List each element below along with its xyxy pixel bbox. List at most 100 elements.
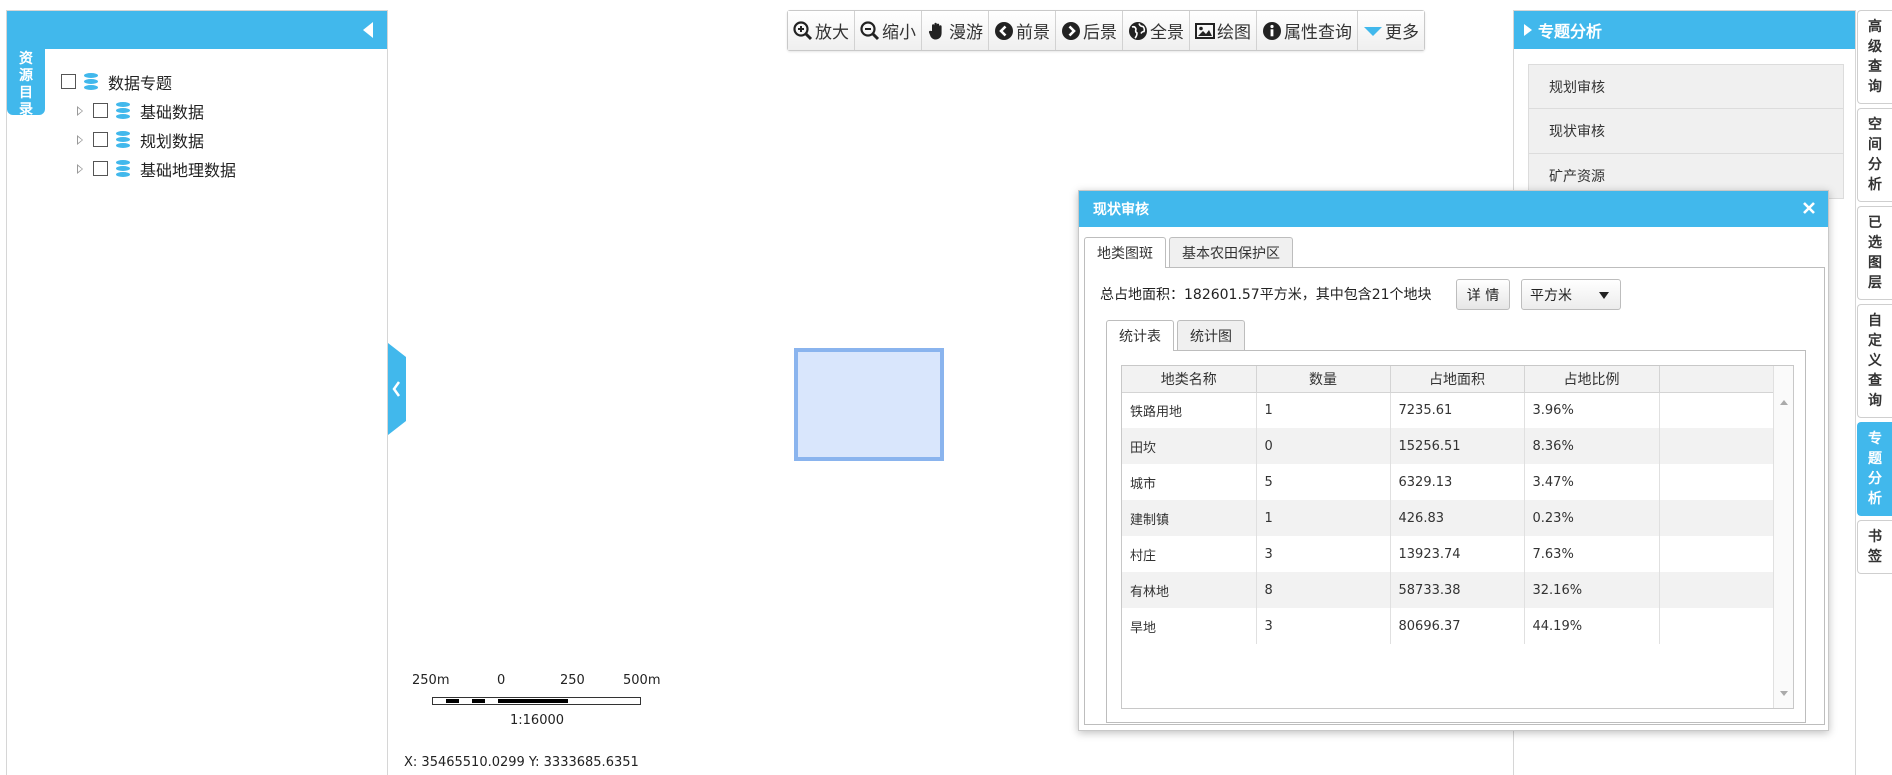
attribute-query-label: 属性查询 bbox=[1284, 23, 1352, 43]
expand-triangle-icon[interactable] bbox=[77, 163, 83, 174]
map-collapse-handle[interactable] bbox=[388, 343, 406, 435]
full-extent-label: 全景 bbox=[1150, 23, 1184, 43]
scale-label: 500m bbox=[623, 673, 661, 688]
pan-label: 漫游 bbox=[949, 23, 983, 43]
database-icon bbox=[116, 160, 130, 177]
table-row[interactable]: 有林地 8 58733.38 32.16% bbox=[1122, 572, 1774, 608]
info-icon bbox=[1262, 21, 1282, 41]
table-row[interactable]: 建制镇 1 426.83 0.23% bbox=[1122, 500, 1774, 536]
zoom-out-label: 缩小 bbox=[882, 23, 916, 43]
side-tab-advanced-query[interactable]: 高级查询 bbox=[1857, 10, 1892, 104]
table-cell: 6329.13 bbox=[1390, 464, 1525, 500]
status-review-dialog: 现状审核 地类图斑 基本农田保护区 总占地面积：182601.57平方米，其中包… bbox=[1078, 190, 1829, 731]
tree-checkbox[interactable] bbox=[93, 103, 108, 118]
side-tab-spatial-analysis[interactable]: 空间分析 bbox=[1857, 108, 1892, 202]
tree-node-label: 基础地理数据 bbox=[140, 160, 237, 180]
tab-farmland-protection[interactable]: 基本农田保护区 bbox=[1169, 237, 1293, 267]
zoom-out-icon bbox=[860, 20, 880, 41]
previous-extent-button[interactable]: 前景 bbox=[989, 11, 1056, 50]
full-extent-button[interactable]: 全景 bbox=[1123, 11, 1190, 50]
table-cell: 32.16% bbox=[1524, 572, 1660, 608]
scale-label: 250 bbox=[560, 673, 585, 688]
table-cell: 1 bbox=[1256, 500, 1391, 536]
collapse-left-icon[interactable] bbox=[363, 22, 373, 38]
table-row[interactable]: 村庄 3 13923.74 7.63% bbox=[1122, 536, 1774, 572]
map-polygon-feature[interactable] bbox=[794, 348, 944, 461]
table-cell: 3.47% bbox=[1524, 464, 1660, 500]
more-label: 更多 bbox=[1385, 23, 1419, 43]
column-header[interactable]: 数量 bbox=[1256, 366, 1391, 393]
column-header[interactable]: 占地面积 bbox=[1390, 366, 1525, 393]
next-extent-button[interactable]: 后景 bbox=[1056, 11, 1123, 50]
zoom-in-icon bbox=[793, 20, 813, 41]
tree-node-basic-data[interactable]: 基础数据 bbox=[77, 96, 236, 125]
database-icon bbox=[116, 102, 130, 119]
scale-label: 250m bbox=[412, 673, 450, 688]
table-scrollbar[interactable] bbox=[1773, 366, 1793, 708]
tree-node-geo-data[interactable]: 基础地理数据 bbox=[77, 154, 236, 183]
side-tab-custom-query[interactable]: 自定义查询 bbox=[1857, 304, 1892, 418]
layer-tree: 数据专题 基础数据 规划数据 基础地理数据 bbox=[61, 67, 236, 183]
column-header[interactable]: 地类名称 bbox=[1122, 366, 1257, 393]
table-row[interactable]: 城市 5 6329.13 3.47% bbox=[1122, 464, 1774, 500]
gis-app: 资源目录 数据专题 基础数据 规划数据 基础地理数据 放大 缩小 漫游 前景 后… bbox=[0, 0, 1892, 775]
expand-triangle-icon[interactable] bbox=[77, 134, 83, 145]
thematic-item-planning-review[interactable]: 规划审核 bbox=[1528, 64, 1844, 109]
tab-land-parcels[interactable]: 地类图斑 bbox=[1084, 237, 1166, 268]
caret-right-icon bbox=[1524, 24, 1532, 36]
arrow-left-circle-icon bbox=[994, 21, 1014, 41]
table-cell: 0 bbox=[1256, 428, 1391, 464]
scale-ratio: 1:16000 bbox=[510, 713, 565, 728]
scale-label: 0 bbox=[497, 673, 506, 688]
side-tab-label: 自定义查询 bbox=[1868, 313, 1882, 409]
close-icon[interactable] bbox=[1800, 199, 1818, 217]
thematic-panel-header[interactable]: 专题分析 bbox=[1514, 11, 1855, 49]
side-tab-bookmarks[interactable]: 书签 bbox=[1857, 520, 1892, 574]
table-cell: 7235.61 bbox=[1390, 392, 1525, 428]
table-cell: 5 bbox=[1256, 464, 1391, 500]
column-header[interactable]: 占地比例 bbox=[1524, 366, 1660, 393]
resource-catalog-tab[interactable]: 资源目录 bbox=[7, 49, 45, 118]
tree-node-label: 数据专题 bbox=[108, 73, 173, 93]
tree-checkbox[interactable] bbox=[61, 74, 76, 89]
unit-select[interactable]: 平方米 bbox=[1521, 279, 1621, 310]
caret-down-icon bbox=[1363, 21, 1383, 41]
table-cell: 8 bbox=[1256, 572, 1391, 608]
stats-table: 地类名称 数量 占地面积 占地比例 铁路用地 1 7235.61 3.96% 田… bbox=[1122, 366, 1774, 644]
dialog-tabs: 地类图斑 基本农田保护区 bbox=[1084, 237, 1825, 268]
table-cell: 15256.51 bbox=[1390, 428, 1525, 464]
details-button[interactable]: 详 情 bbox=[1456, 279, 1510, 310]
tree-node-planning-data[interactable]: 规划数据 bbox=[77, 125, 236, 154]
more-button[interactable]: 更多 bbox=[1358, 11, 1424, 50]
table-row[interactable]: 铁路用地 1 7235.61 3.96% bbox=[1122, 392, 1774, 428]
tree-node-label: 基础数据 bbox=[140, 102, 205, 122]
zoom-out-button[interactable]: 缩小 bbox=[855, 11, 922, 50]
table-row[interactable]: 田坎 0 15256.51 8.36% bbox=[1122, 428, 1774, 464]
side-tab-thematic-analysis[interactable]: 专题分析 bbox=[1857, 422, 1892, 516]
thematic-item-status-review[interactable]: 现状审核 bbox=[1528, 109, 1844, 154]
table-cell: 80696.37 bbox=[1390, 608, 1525, 644]
pan-button[interactable]: 漫游 bbox=[922, 11, 989, 50]
tab-stats-table[interactable]: 统计表 bbox=[1106, 320, 1174, 351]
scroll-down-icon[interactable] bbox=[1780, 691, 1788, 696]
tree-node-root[interactable]: 数据专题 bbox=[61, 67, 236, 96]
scroll-up-icon[interactable] bbox=[1780, 400, 1788, 405]
expand-triangle-icon[interactable] bbox=[77, 105, 83, 116]
draw-button[interactable]: 绘图 bbox=[1190, 11, 1257, 50]
table-cell: 村庄 bbox=[1122, 536, 1257, 572]
previous-extent-label: 前景 bbox=[1016, 23, 1050, 43]
globe-icon bbox=[1128, 21, 1148, 41]
dialog-header[interactable]: 现状审核 bbox=[1079, 191, 1828, 227]
tab-stats-chart[interactable]: 统计图 bbox=[1177, 320, 1245, 350]
zoom-in-button[interactable]: 放大 bbox=[788, 11, 855, 50]
table-row[interactable]: 旱地 3 80696.37 44.19% bbox=[1122, 608, 1774, 644]
resource-catalog-tab-label: 资源目录 bbox=[19, 51, 33, 118]
tree-checkbox[interactable] bbox=[93, 132, 108, 147]
dialog-title: 现状审核 bbox=[1093, 202, 1149, 218]
side-tab-selected-layers[interactable]: 已选图层 bbox=[1857, 206, 1892, 300]
chevron-left-icon bbox=[388, 343, 406, 435]
attribute-query-button[interactable]: 属性查询 bbox=[1257, 11, 1358, 50]
image-icon bbox=[1195, 21, 1215, 41]
stats-table-container: 地类名称 数量 占地面积 占地比例 铁路用地 1 7235.61 3.96% 田… bbox=[1121, 365, 1794, 709]
tree-checkbox[interactable] bbox=[93, 161, 108, 176]
